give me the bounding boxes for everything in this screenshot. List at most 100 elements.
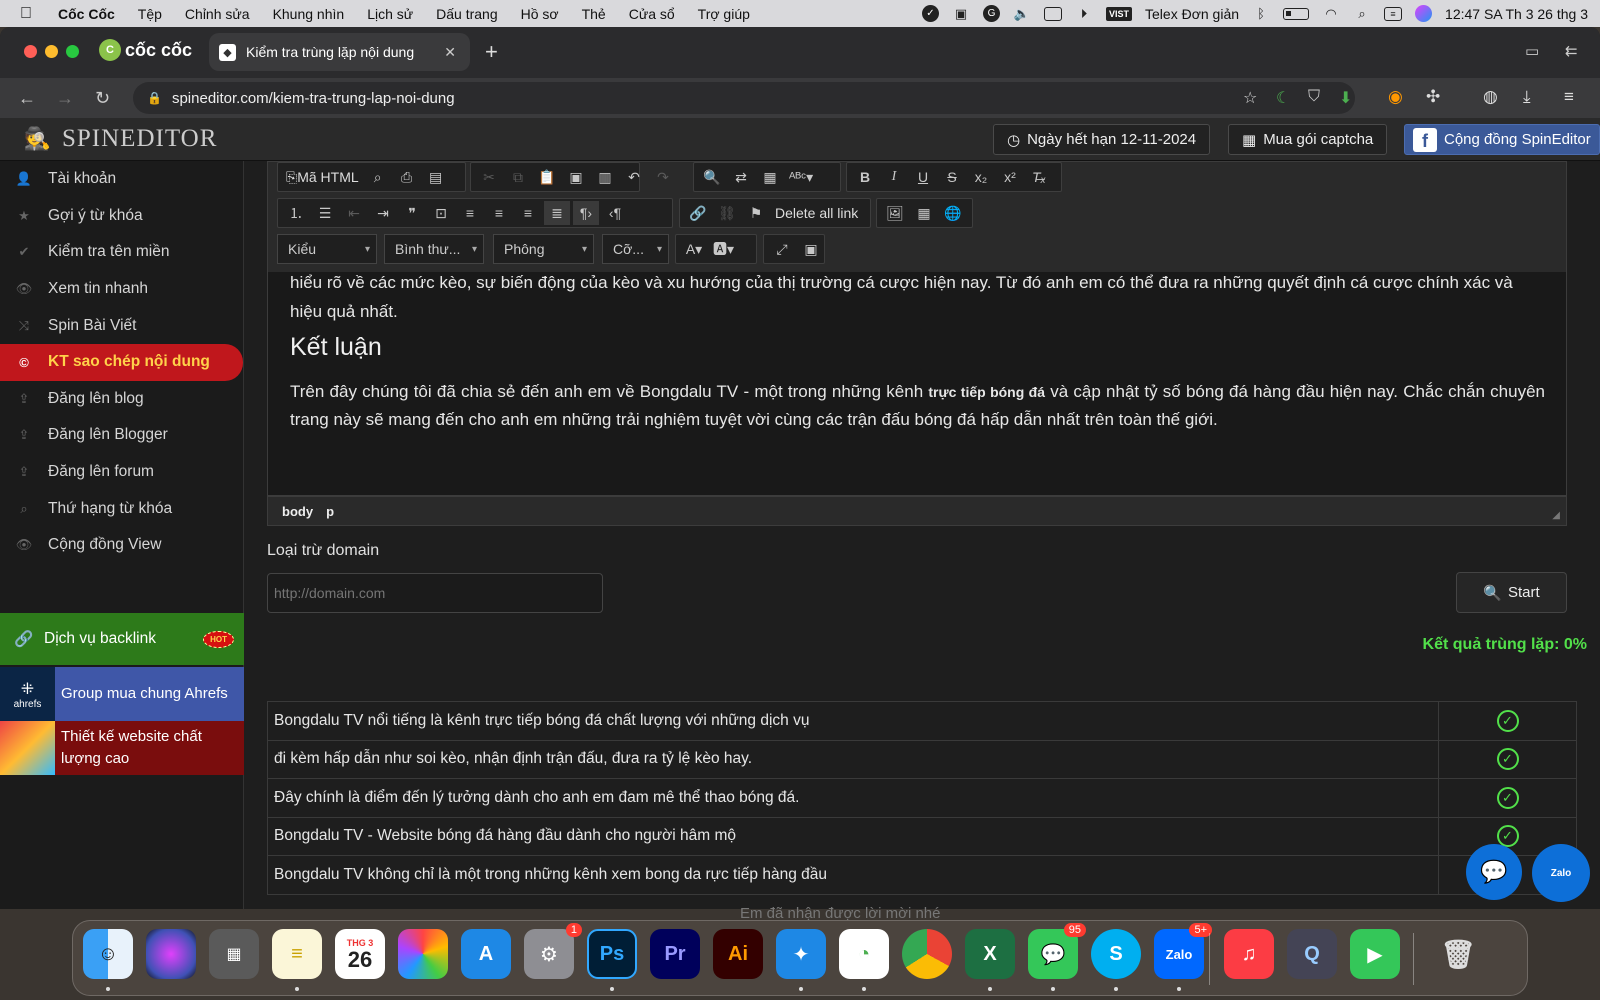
superscript-icon[interactable]: x² (997, 165, 1023, 189)
battery-icon[interactable] (1283, 7, 1310, 20)
source-html-button[interactable]: ⎘ Mã HTML (283, 165, 362, 189)
image-icon[interactable]: 🖼 (882, 201, 908, 225)
rtl-icon[interactable]: ‹¶ (602, 201, 628, 225)
illustrator-icon[interactable]: Ai (713, 929, 763, 979)
sidebar-item[interactable]: ⤨ Spin Bài Viết (0, 307, 243, 344)
div-container-icon[interactable]: ⊡ (428, 201, 454, 225)
finder-icon[interactable]: ☺ (83, 929, 133, 979)
anchor-flag-icon[interactable]: ⚑ (743, 201, 769, 225)
close-tab-icon[interactable]: ✕ (444, 44, 456, 61)
spotlight-search-icon[interactable]: ⌕ (1353, 6, 1371, 22)
premiere-icon[interactable]: Pr (650, 929, 700, 979)
siri-app-icon[interactable] (146, 929, 196, 979)
subscript-icon[interactable]: x₂ (968, 165, 994, 189)
messages-icon[interactable]: 💬 95 (1028, 923, 1086, 979)
volume-icon[interactable]: 🔈 (1013, 6, 1031, 22)
select-all-icon[interactable]: ▦ (757, 165, 783, 189)
launchpad-icon[interactable]: ▦ (209, 929, 259, 979)
browser-brand[interactable]: C cốc cốc (99, 39, 192, 61)
remove-format-icon[interactable]: T̶ₓ (1026, 165, 1052, 189)
coccoc-icon[interactable]: ◔ (839, 929, 889, 979)
web-design-banner[interactable]: Thiết kế website chất lượng cao (0, 721, 244, 775)
sidebar-item[interactable]: ⇪ Đăng lên blog (0, 381, 243, 418)
download-extension-icon[interactable]: ⬇ (1339, 88, 1352, 108)
link-icon[interactable]: 🔗 (685, 201, 711, 225)
sidebar-item[interactable]: © KT sao chép nội dung (0, 343, 243, 381)
sidebar-item[interactable]: ⇪ Đăng lên Blogger (0, 417, 243, 454)
forward-icon[interactable]: → (56, 88, 74, 109)
cut-icon[interactable]: ✂ (476, 165, 502, 189)
sidebar-item[interactable]: ⇪ Đăng lên forum (0, 454, 243, 491)
new-tab-icon[interactable]: + (485, 39, 498, 65)
shield-extension-icon[interactable]: ⛉ (1308, 88, 1320, 106)
spellcheck-icon[interactable]: ᴬᴮᶜ▾ (786, 165, 816, 189)
align-justify-icon[interactable]: ≣ (544, 201, 570, 225)
paste-word-icon[interactable]: ▥ (592, 165, 618, 189)
extension-icon[interactable]: ◉ (1388, 87, 1403, 107)
bold-icon[interactable]: B (852, 165, 878, 189)
back-icon[interactable]: ← (18, 88, 36, 109)
excel-icon[interactable]: X (965, 929, 1015, 979)
address-bar[interactable]: 🔒 spineditor.com/kiem-tra-trung-lap-noi-… (133, 82, 1355, 114)
puzzle-extensions-icon[interactable]: ✣ (1426, 87, 1440, 107)
font-select[interactable]: Phông (493, 234, 594, 264)
community-button[interactable]: f Cộng đồng SpinEditor (1404, 124, 1600, 155)
menu-bookmarks[interactable]: Dấu trang (436, 6, 497, 22)
menu-app-name[interactable]: Cốc Cốc (58, 6, 115, 22)
messenger-chat-icon[interactable]: 💬 (1466, 844, 1522, 900)
find-icon[interactable]: 🔍 (699, 165, 725, 189)
print-icon[interactable]: ⎙ (394, 165, 420, 189)
background-color-icon[interactable]: 🅰▾ (710, 237, 737, 261)
menu-view[interactable]: Khung nhìn (273, 6, 345, 22)
menu-window[interactable]: Cửa sổ (629, 6, 675, 22)
chrome-icon[interactable] (902, 929, 952, 979)
skype-icon[interactable]: S (1091, 929, 1141, 979)
menu-tabs[interactable]: Thẻ (582, 6, 606, 22)
sidebar-toggle-icon[interactable]: ⇇ (1565, 42, 1578, 60)
sidebar-item[interactable]: 👁 Xem tin nhanh (0, 271, 243, 308)
control-center-icon[interactable]: ≡ (1384, 6, 1403, 21)
align-left-icon[interactable]: ≡ (457, 201, 483, 225)
menu-profiles[interactable]: Hồ sơ (521, 6, 559, 22)
templates-icon[interactable]: ▤ (423, 165, 449, 189)
play-circle-icon[interactable]: ⏵ (1075, 6, 1093, 22)
unlink-icon[interactable]: ⛓ (714, 201, 740, 225)
ltr-icon[interactable]: ¶› (573, 201, 599, 225)
style-select[interactable]: Kiểu (277, 234, 377, 264)
delete-all-links-button[interactable]: Delete all link (772, 201, 861, 225)
globe-icon[interactable]: 🌐 (940, 201, 966, 225)
table-icon[interactable]: ▦ (911, 201, 937, 225)
apple-icon[interactable]:  (20, 5, 42, 23)
spineditor-logo[interactable]: 🕵 SPINEDITOR (24, 125, 217, 153)
replace-icon[interactable]: ⇄ (728, 165, 754, 189)
menu-icon[interactable]: ≡ (1564, 87, 1574, 107)
align-center-icon[interactable]: ≡ (486, 201, 512, 225)
close-window-icon[interactable] (24, 45, 37, 58)
redo-icon[interactable]: ↷ (650, 165, 676, 189)
wifi-icon[interactable]: ◠ (1322, 6, 1340, 22)
indent-icon[interactable]: ⇥ (370, 201, 396, 225)
path-p[interactable]: p (326, 504, 334, 519)
safari-icon[interactable]: ✦ (776, 929, 826, 979)
preview-icon[interactable]: ⌕ (365, 165, 391, 189)
numbered-list-icon[interactable]: ⒈ (283, 201, 309, 225)
tab-active[interactable]: ◆ Kiểm tra trùng lặp nội dung ✕ (209, 33, 470, 71)
align-right-icon[interactable]: ≡ (515, 201, 541, 225)
display-icon[interactable] (1044, 6, 1062, 21)
text-color-icon[interactable]: A▾ (681, 237, 707, 261)
menu-help[interactable]: Trợ giúp (698, 6, 750, 22)
downloads-icon[interactable]: ⤓ (1523, 87, 1531, 107)
input-method-label[interactable]: Telex Đơn giản (1145, 6, 1239, 22)
paste-icon[interactable]: 📋 (534, 165, 560, 189)
paste-text-icon[interactable]: ▣ (563, 165, 589, 189)
ahrefs-banner[interactable]: ⁜ ahrefs Group mua chung Ahrefs (0, 667, 244, 721)
app-store-icon[interactable]: A (461, 929, 511, 979)
editor-content[interactable]: hiểu rõ về các mức kèo, sự biến động của… (267, 272, 1567, 496)
sidebar-item[interactable]: ✔ Kiểm tra tên miền (0, 234, 243, 271)
menu-file[interactable]: Tệp (138, 6, 162, 22)
show-blocks-icon[interactable]: ▣ (798, 237, 824, 261)
system-settings-icon[interactable]: ⚙ 1 (524, 923, 582, 979)
notes-icon[interactable]: ≡ (272, 929, 322, 979)
siri-icon[interactable] (1415, 5, 1433, 22)
strikethrough-icon[interactable]: S (939, 165, 965, 189)
